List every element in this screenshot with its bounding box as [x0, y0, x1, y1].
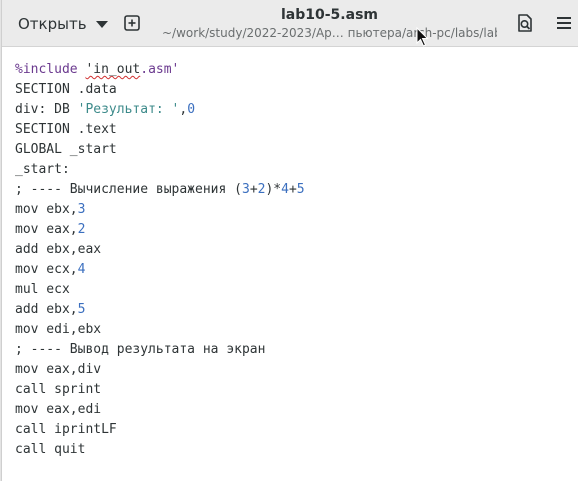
search-button[interactable] [514, 12, 536, 34]
code-token: GLOBAL _start [15, 142, 117, 157]
code-token: add ebx,eax [15, 242, 102, 257]
new-tab-button[interactable] [120, 11, 144, 35]
code-token: mov ecx, [15, 262, 78, 277]
code-token: 'Результат: ' [77, 102, 180, 117]
code-token: 0 [187, 102, 196, 117]
window-title: lab10-5.asm [281, 7, 378, 23]
code-token: SECTION .data [15, 82, 117, 97]
file-path: ~/work/study/2022-2023/Ар… пьютера/arch-… [162, 26, 497, 40]
header-bar: Открыть lab10-5.asm ~/work/study/2022-20… [2, 0, 578, 47]
code-line[interactable]: SECTION .data [15, 80, 305, 100]
code-token: 3 [241, 182, 250, 197]
code-token: 3 [77, 202, 86, 217]
code-line[interactable]: mov eax,edi [15, 400, 305, 420]
code-line[interactable]: call iprintLF [15, 420, 305, 440]
code-line[interactable]: div: DB 'Результат: ',0 [15, 100, 305, 120]
code-token: call quit [15, 442, 86, 457]
code-token: mov eax,div [15, 362, 102, 377]
code-line[interactable]: SECTION .text [15, 120, 305, 140]
open-button[interactable]: Открыть [8, 8, 108, 39]
code-token: SECTION .text [15, 122, 117, 137]
chevron-down-icon [95, 20, 108, 28]
code-token: mov ebx, [15, 202, 78, 217]
code-token: ; ---- Вывод результата на экран [15, 342, 266, 357]
code-line[interactable]: call sprint [15, 380, 305, 400]
menu-button[interactable] [555, 14, 573, 32]
code-token: mul ecx [15, 282, 70, 297]
mouse-pointer-icon [416, 27, 429, 47]
code-token: + [288, 182, 297, 197]
code-token: %include [15, 62, 86, 77]
code-token: add ebx, [15, 302, 78, 317]
code-line[interactable]: mul ecx [15, 280, 305, 300]
new-tab-icon [124, 15, 140, 31]
code-line[interactable]: add ebx,eax [15, 240, 305, 260]
code-token: 'in_out [85, 62, 141, 77]
code-token: 4 [281, 182, 289, 197]
code-token: mov edi,ebx [15, 322, 102, 337]
code-line[interactable]: GLOBAL _start [15, 140, 305, 160]
code-line[interactable]: ; ---- Вывод результата на экран [15, 340, 305, 360]
hamburger-menu-icon [557, 17, 571, 29]
code-line[interactable]: call quit [15, 440, 305, 460]
code-line[interactable]: mov eax,2 [15, 220, 305, 240]
code-token: )* [265, 182, 282, 197]
code-line[interactable]: mov ecx,4 [15, 260, 305, 280]
code-token: 5 [77, 302, 86, 317]
code-line[interactable]: add ebx,5 [15, 300, 305, 320]
code-line[interactable]: mov eax,div [15, 360, 305, 380]
window-title-area: lab10-5.asm ~/work/study/2022-2023/Ар… п… [162, 6, 497, 41]
code-line[interactable]: mov ebx,3 [15, 200, 305, 220]
code-token: mov eax, [15, 222, 78, 237]
code-token: 5 [296, 182, 305, 197]
text-editor-window: Открыть lab10-5.asm ~/work/study/2022-20… [1, 0, 578, 481]
code-line[interactable]: _start: [15, 160, 305, 180]
code-line[interactable]: ; ---- Вычисление выражения (3+2)*4+5 [15, 180, 305, 200]
code-line[interactable]: %include 'in_out.asm' [15, 60, 305, 80]
code-editor[interactable]: %include 'in_out.asm' SECTION .data div: D… [2, 48, 578, 481]
code-line[interactable]: mov edi,ebx [15, 320, 305, 340]
search-icon [518, 14, 532, 32]
code-content[interactable]: %include 'in_out.asm' SECTION .data div: D… [15, 60, 305, 460]
code-token: .asm' [140, 62, 180, 77]
code-token: _start: [15, 162, 70, 177]
open-button-label: Открыть [18, 14, 87, 33]
code-token: mov eax,edi [15, 402, 102, 417]
code-token: ; ---- Вычисление выражения ( [15, 182, 242, 197]
code-token: call sprint [15, 382, 102, 397]
code-token: 4 [77, 262, 86, 277]
code-token: + [249, 182, 258, 197]
code-token: call iprintLF [15, 422, 117, 437]
code-token: div: DB [15, 102, 78, 117]
code-token: 2 [77, 222, 86, 237]
